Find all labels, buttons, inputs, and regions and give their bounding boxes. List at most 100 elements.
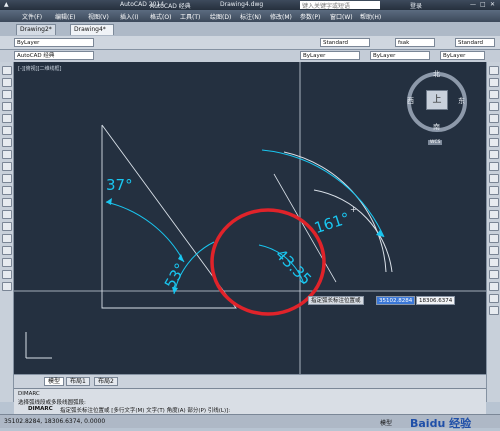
viewcube-top-face[interactable]: 上 (426, 90, 448, 110)
revision-cloud-icon[interactable] (2, 150, 12, 159)
dim-aligned-icon[interactable] (489, 270, 499, 279)
drawing-canvas[interactable]: [-][俯视][二维线框] + 37° 53° 161° 43.35 指定弧长标… (14, 62, 486, 374)
layer-combo[interactable]: ByLayer (14, 38, 94, 47)
ellipse-arc-icon[interactable] (2, 186, 12, 195)
maximize-icon[interactable]: □ (480, 1, 486, 8)
polyline-icon[interactable] (2, 90, 12, 99)
dynamic-input-prompt: 指定弧长标注位置或 (308, 296, 364, 305)
document-title: Drawing4.dwg (220, 1, 264, 8)
workspace-combo[interactable]: AutoCAD 经典 (14, 51, 94, 60)
tab-model[interactable]: 模型 (44, 377, 65, 386)
extend-icon[interactable] (489, 186, 499, 195)
wcs-menu[interactable]: WCS (428, 140, 443, 145)
menu-help[interactable]: 帮助(H) (360, 12, 381, 21)
menu-window[interactable]: 窗口(W) (330, 12, 353, 21)
status-coordinates: 35102.8284, 18306.6374, 0.0000 (4, 418, 106, 425)
command-name: DIMARC (28, 406, 53, 412)
break-icon[interactable] (489, 198, 499, 207)
cursor-marker: + (350, 205, 357, 214)
erase-icon[interactable] (489, 66, 499, 75)
point-icon[interactable] (2, 222, 12, 231)
menu-bar: 文件(F) 编辑(E) 视图(V) 插入(I) 格式(O) 工具(T) 绘图(D… (0, 10, 500, 22)
offset-icon[interactable] (489, 102, 499, 111)
app-logo-icon[interactable]: ▲ (4, 1, 9, 8)
hatch-icon[interactable] (2, 234, 12, 243)
dynamic-input-x[interactable]: 35102.8284 (376, 296, 416, 305)
menu-draw[interactable]: 绘图(D) (210, 12, 231, 21)
menu-parametric[interactable]: 参数(P) (300, 12, 320, 21)
insert-block-icon[interactable] (2, 198, 12, 207)
document-tabs: Drawing2* Drawing4* (0, 22, 500, 36)
dim-arc-37 (105, 201, 185, 263)
modify-toolbar (486, 62, 500, 402)
menu-edit[interactable]: 编辑(E) (55, 12, 75, 21)
tab-drawing2[interactable]: Drawing2* (16, 24, 56, 35)
search-input[interactable]: 键入关键字或短语 (300, 1, 380, 10)
command-prompt[interactable]: 指定弧长标注位置或 [多行文字(M) 文字(T) 角度(A) 部分(P) 引线(… (60, 406, 230, 414)
dim-angular-icon[interactable] (489, 294, 499, 303)
linetype-combo[interactable]: ByLayer (370, 51, 430, 60)
viewcube-south[interactable]: 南 (433, 122, 440, 132)
polygon-icon[interactable] (2, 102, 12, 111)
text-style-combo[interactable]: Standard (320, 38, 370, 47)
stretch-icon[interactable] (489, 162, 499, 171)
title-bar: ▲ AutoCAD 2014 AutoCAD 经典 Drawing4.dwg 键… (0, 0, 500, 10)
move-icon[interactable] (489, 126, 499, 135)
scale-icon[interactable] (489, 150, 499, 159)
gradient-icon[interactable] (2, 246, 12, 255)
trim-icon[interactable] (489, 174, 499, 183)
viewcube-north[interactable]: 北 (433, 69, 440, 79)
menu-modify[interactable]: 修改(M) (270, 12, 292, 21)
arrow-37-end (178, 254, 184, 262)
viewcube-west[interactable]: 西 (407, 96, 414, 106)
viewcube-east[interactable]: 东 (458, 96, 465, 106)
color-combo[interactable]: ByLayer (300, 51, 360, 60)
styles-toolbar: ByLayer Standard fsak Standard (0, 36, 500, 50)
status-model-button[interactable]: 模型 (380, 418, 392, 427)
dim-radius-icon[interactable] (489, 306, 499, 315)
rotate-icon[interactable] (489, 138, 499, 147)
construction-line-icon[interactable] (2, 78, 12, 87)
copy-icon[interactable] (489, 78, 499, 87)
ellipse-icon[interactable] (2, 174, 12, 183)
tab-layout1[interactable]: 布局1 (66, 377, 90, 386)
arrow-37-start (106, 198, 112, 205)
watermark: Baidu 经验 (410, 417, 472, 430)
region-icon[interactable] (2, 258, 12, 267)
table-icon[interactable] (2, 270, 12, 279)
make-block-icon[interactable] (2, 210, 12, 219)
circle-icon[interactable] (2, 138, 12, 147)
mtext-icon[interactable] (2, 282, 12, 291)
draw-toolbar (0, 62, 14, 402)
dim-style-combo[interactable]: Standard (455, 38, 495, 47)
command-history-1: DIMARC (18, 391, 40, 397)
menu-format[interactable]: 格式(O) (150, 12, 171, 21)
fillet-icon[interactable] (489, 234, 499, 243)
tab-layout2[interactable]: 布局2 (94, 377, 118, 386)
spline-icon[interactable] (2, 162, 12, 171)
dim-arc-icon[interactable] (489, 282, 499, 291)
explode-icon[interactable] (489, 246, 499, 255)
menu-view[interactable]: 视图(V) (88, 12, 109, 21)
minimize-icon[interactable]: — (470, 1, 476, 8)
chamfer-icon[interactable] (489, 222, 499, 231)
login-button[interactable]: 登录 (410, 1, 422, 10)
menu-tools[interactable]: 工具(T) (180, 12, 200, 21)
menu-dimension[interactable]: 标注(N) (240, 12, 261, 21)
lineweight-combo[interactable]: ByLayer (440, 51, 485, 60)
workspace-title: AutoCAD 经典 (150, 3, 191, 10)
close-icon[interactable]: ✕ (490, 1, 495, 8)
rectangle-icon[interactable] (2, 114, 12, 123)
menu-insert[interactable]: 插入(I) (120, 12, 138, 21)
dynamic-input-y[interactable]: 18306.6374 (416, 296, 456, 305)
mirror-icon[interactable] (489, 90, 499, 99)
status-bar: 35102.8284, 18306.6374, 0.0000 模型 Baidu … (0, 414, 500, 430)
array-icon[interactable] (489, 114, 499, 123)
font-combo[interactable]: fsak (395, 38, 435, 47)
tab-drawing4[interactable]: Drawing4* (70, 24, 114, 35)
menu-file[interactable]: 文件(F) (22, 12, 42, 21)
join-icon[interactable] (489, 210, 499, 219)
line-tool-icon[interactable] (2, 66, 12, 75)
dim-linear-icon[interactable] (489, 258, 499, 267)
arc-icon[interactable] (2, 126, 12, 135)
